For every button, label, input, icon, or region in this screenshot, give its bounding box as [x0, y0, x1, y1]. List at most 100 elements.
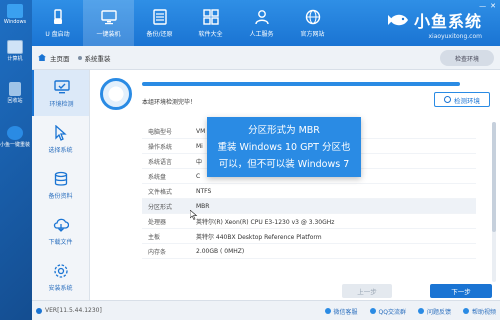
brand-name: 小鱼系统 [413, 12, 482, 31]
header-check-button[interactable]: 检查环境 [440, 50, 494, 66]
info-key: 内存条 [148, 248, 167, 256]
breadcrumb-home[interactable]: 主页面 [38, 53, 70, 63]
status-bar: VER[11.5.44.1230] 微信客服 QQ交流群 问题反馈 帮助视频 [32, 300, 500, 320]
nav-item-label: 人工服务 [249, 31, 274, 38]
nav-item-label: 备份/还原 [146, 31, 173, 38]
sidebar-item-label: 下载文件 [48, 238, 73, 246]
nav-item-usb-boot[interactable]: U 盘启动 [32, 0, 83, 46]
close-icon[interactable]: ✕ [490, 2, 496, 10]
nav-item-label: 一键装机 [96, 31, 121, 38]
recheck-button[interactable]: 检测环境 [434, 92, 490, 107]
computer-icon [7, 40, 23, 54]
info-row-memory: 内存条 2.00GB ( 0MHZ) [142, 244, 476, 259]
status-link-label: 微信客服 [333, 308, 358, 316]
xiaoyu-app-icon [7, 126, 23, 140]
main-panel: 本组环境检测完毕！ 检测环境 电脑型号 VM 操作系统 Mi 系统语言中 系统盘 C … [90, 70, 500, 300]
nav-item-label: 官方网站 [300, 31, 325, 38]
status-link-label: 帮助视频 [471, 308, 496, 316]
info-key: 主板 [148, 233, 161, 241]
sidebar-item-backup-data[interactable]: 备份资料 [32, 162, 89, 208]
info-dot-icon [36, 307, 42, 314]
sidebar-item-choose-system[interactable]: 选择系统 [32, 116, 89, 162]
sidebar-item-label: 环境检测 [49, 100, 74, 108]
monitor-icon [100, 8, 118, 26]
status-link-label: QQ交流群 [378, 308, 406, 316]
settings-icon [53, 263, 69, 279]
nav-item-one-click-install[interactable]: 一键装机 [83, 0, 134, 46]
info-key: 系统语言 [148, 158, 173, 166]
globe-icon [304, 8, 322, 26]
cursor-icon [53, 124, 69, 141]
brand: 小鱼系统 xiaoyuxitong.com [387, 8, 483, 40]
prev-step-label: 上一步 [357, 288, 377, 296]
dot-icon [77, 55, 82, 60]
info-row-motherboard: 主板 英特尔 440BX Desktop Reference Platform [142, 229, 476, 244]
scan-status-text: 本组环境检测完毕！ [142, 99, 197, 106]
info-value: C [196, 172, 201, 180]
sidebar: 环境检测 选择系统 备份资料 下载文件 安装系统 [32, 70, 90, 300]
status-link-video[interactable]: 帮助视频 [462, 307, 496, 316]
breadcrumb-current: 系统重装 [77, 53, 111, 63]
info-value: 英特尔(R) Xeon(R) CPU E3-1230 v3 @ 3.30GHz [196, 218, 335, 226]
callout-line-3: 可以，但不可以装 Windows 7 [218, 159, 350, 170]
scrollbar-thumb[interactable] [492, 122, 496, 232]
desktop-icon-computer[interactable]: 计算机 [4, 40, 26, 62]
nav-item-label: U 盘启动 [45, 31, 70, 38]
breadcrumb: 主页面 系统重装 检查环境 [32, 46, 500, 70]
mouse-cursor-icon [190, 210, 198, 220]
qq-icon [369, 308, 376, 314]
recycle-bin-icon [9, 82, 21, 96]
desktop-icon-windows[interactable]: Windows [4, 4, 26, 25]
callout-line-2: 重装 Windows 10 GPT 分区也 [217, 142, 351, 153]
info-value: 2.00GB ( 0MHZ) [196, 247, 245, 255]
monitor-check-icon [53, 79, 70, 95]
main-nav: U 盘启动 一键装机 备份/还原 软件大全 人工服务 官方网站 [32, 0, 338, 46]
sidebar-item-download[interactable]: 下载文件 [32, 208, 89, 254]
nav-item-software[interactable]: 软件大全 [185, 0, 236, 46]
backup-icon [151, 8, 169, 26]
nav-item-label: 软件大全 [198, 31, 223, 38]
nav-item-service[interactable]: 人工服务 [236, 0, 287, 46]
info-value: Mi [196, 142, 203, 150]
fish-logo-icon [387, 14, 408, 26]
video-icon [462, 308, 469, 314]
home-icon [38, 54, 46, 61]
info-key: 操作系统 [148, 143, 173, 151]
status-link-wechat[interactable]: 微信客服 [324, 307, 358, 316]
prev-step-button[interactable]: 上一步 [342, 284, 392, 298]
version-text: VER[11.5.44.1230] [45, 307, 102, 314]
info-value: 英特尔 440BX Desktop Reference Platform [196, 233, 322, 241]
desktop-icon-recycle[interactable]: 回收站 [4, 82, 26, 104]
info-value: MBR [196, 202, 210, 210]
nav-item-backup-restore[interactable]: 备份/还原 [134, 0, 185, 46]
status-link-feedback[interactable]: 问题反馈 [417, 307, 451, 316]
info-value: VM [196, 127, 206, 135]
desktop-icon-label: Windows [3, 19, 27, 25]
info-key: 处理器 [148, 218, 167, 226]
scan-progress-bar [142, 82, 460, 86]
recheck-button-label: 检测环境 [454, 96, 480, 105]
desktop-icon-xiaoyu[interactable]: 小鱼一键重装 [0, 126, 30, 148]
info-key: 文件格式 [148, 188, 173, 196]
desktop-icon-label: 计算机 [7, 56, 23, 62]
breadcrumb-current-label: 系统重装 [84, 54, 111, 63]
nav-item-official-site[interactable]: 官方网站 [287, 0, 338, 46]
wechat-icon [324, 308, 331, 314]
next-step-button[interactable]: 下一步 [430, 284, 492, 298]
status-links: 微信客服 QQ交流群 问题反馈 帮助视频 [324, 301, 496, 320]
sidebar-item-label: 备份资料 [48, 192, 73, 200]
folder-icon [7, 4, 23, 18]
brand-url: xiaoyuxitong.com [428, 33, 483, 40]
desktop-icon-label: 小鱼一键重装 [0, 142, 31, 148]
scan-radar-icon [100, 78, 132, 110]
header-check-button-label: 检查环境 [454, 55, 479, 63]
info-scrollbar[interactable] [492, 122, 496, 282]
sidebar-item-install[interactable]: 安装系统 [32, 254, 89, 300]
sidebar-item-env-check[interactable]: 环境检测 [32, 70, 89, 116]
breadcrumb-home-label: 主页面 [50, 54, 70, 63]
info-value: NTFS [196, 187, 212, 195]
info-value: 中 [196, 158, 203, 166]
info-key: 分区形式 [148, 203, 173, 211]
status-link-qq[interactable]: QQ交流群 [369, 307, 406, 316]
info-key: 电脑型号 [148, 128, 173, 136]
